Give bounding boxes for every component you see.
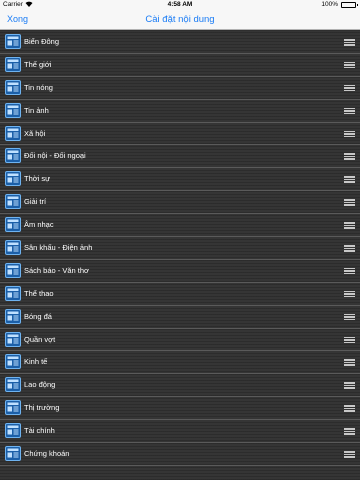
newspaper-icon [5, 56, 21, 72]
newspaper-icon [5, 285, 21, 301]
list-item[interactable]: Quần vợt [0, 329, 360, 352]
newspaper-icon [5, 171, 21, 187]
list-item[interactable]: Tin nóng [0, 77, 360, 100]
newspaper-icon [5, 240, 21, 256]
list-item-label: Quần vợt [24, 334, 56, 344]
newspaper-icon [5, 308, 21, 324]
newspaper-icon [5, 102, 21, 118]
newspaper-icon [5, 217, 21, 233]
status-time: 4:58 AM [167, 1, 193, 8]
list-item-label: Chứng khoán [24, 449, 70, 459]
list-item-label: Sân khấu - Điện ảnh [24, 243, 93, 253]
newspaper-icon [5, 400, 21, 416]
list-item[interactable]: Sân khấu - Điện ảnh [0, 237, 360, 260]
list-item-label: Lao động [24, 380, 56, 390]
list-item[interactable]: Sách báo - Văn thơ [0, 260, 360, 283]
reorder-handle-icon[interactable] [344, 451, 355, 458]
reorder-handle-icon[interactable] [344, 245, 355, 252]
list-item-label: Tin nóng [24, 82, 53, 92]
list-item[interactable]: Giải trí [0, 191, 360, 215]
list-item[interactable]: Đối nội - Đối ngoại [0, 145, 360, 169]
newspaper-icon [5, 79, 21, 95]
reorder-handle-icon[interactable] [344, 359, 355, 366]
newspaper-icon [5, 34, 21, 49]
list-item[interactable]: Bóng đá [0, 306, 360, 329]
list-item-label: Tài chính [24, 426, 55, 436]
newspaper-icon [5, 262, 21, 278]
reorder-handle-icon[interactable] [344, 107, 355, 115]
reorder-handle-icon[interactable] [344, 382, 355, 389]
list-item[interactable]: Lao động [0, 374, 360, 398]
list-item-label: Âm nhạc [24, 220, 54, 230]
reorder-handle-icon[interactable] [344, 153, 355, 160]
list-item[interactable]: Thị trường [0, 397, 360, 421]
reorder-handle-icon[interactable] [344, 428, 355, 435]
list-item-label: Bóng đá [24, 311, 52, 321]
reorder-handle-icon[interactable] [344, 84, 355, 92]
list-item-label: Sách báo - Văn thơ [24, 265, 89, 275]
page-title: Cài đặt nội dung [145, 14, 215, 25]
newspaper-icon [5, 194, 21, 210]
battery-icon [341, 2, 358, 8]
newspaper-icon [5, 148, 21, 164]
list-item-label: Kinh tế [24, 357, 48, 367]
list-item-label: Thể thao [24, 288, 54, 298]
reorder-handle-icon[interactable] [344, 176, 355, 183]
list-item[interactable]: Xã hội [0, 123, 360, 146]
reorder-handle-icon[interactable] [344, 405, 355, 412]
list-item[interactable]: Thế giới [0, 54, 360, 77]
list-item-label: Thế giới [24, 59, 52, 69]
list-item-label: Thời sự [24, 174, 51, 184]
list-item[interactable]: Biển Đông [0, 31, 360, 54]
list-item-label: Xã hội [24, 128, 46, 138]
reorder-handle-icon[interactable] [344, 313, 355, 321]
newspaper-icon [5, 377, 21, 393]
reorder-handle-icon[interactable] [344, 267, 355, 275]
list-item-label: Thị trường [24, 403, 60, 413]
list-item-label: Giải trí [24, 197, 47, 207]
reorder-handle-icon[interactable] [344, 290, 355, 298]
list-item[interactable]: Thời sự [0, 168, 360, 192]
newspaper-icon [5, 331, 21, 347]
navigation-bar: Xong Cài đặt nội dung [0, 10, 360, 30]
category-list[interactable]: Biển Đông Thế giới Tin nóng Tin ảnh Xã hội Đố… [0, 31, 360, 480]
list-item[interactable]: Thể thao [0, 283, 360, 306]
list-item[interactable]: Âm nhạc [0, 214, 360, 238]
battery-percentage: 100% [321, 1, 338, 8]
list-item[interactable]: Chứng khoán [0, 443, 360, 466]
reorder-handle-icon[interactable] [344, 61, 355, 69]
list-item-label: Tin ảnh [24, 105, 49, 115]
list-item[interactable]: Tin ảnh [0, 100, 360, 123]
reorder-handle-icon[interactable] [344, 336, 355, 344]
newspaper-icon [5, 125, 21, 141]
newspaper-icon [5, 423, 21, 439]
list-item-label: Đối nội - Đối ngoại [24, 151, 86, 161]
reorder-handle-icon[interactable] [344, 130, 355, 138]
list-item[interactable]: Tài chính [0, 420, 360, 444]
reorder-handle-icon[interactable] [344, 222, 355, 229]
newspaper-icon [5, 354, 21, 370]
status-bar: Carrier 4:58 AM 100% [0, 0, 360, 10]
list-item-label: Biển Đông [24, 37, 60, 46]
reorder-handle-icon[interactable] [344, 199, 355, 206]
reorder-handle-icon[interactable] [344, 39, 355, 46]
list-item[interactable]: Kinh tế [0, 351, 360, 375]
newspaper-icon [5, 446, 21, 462]
